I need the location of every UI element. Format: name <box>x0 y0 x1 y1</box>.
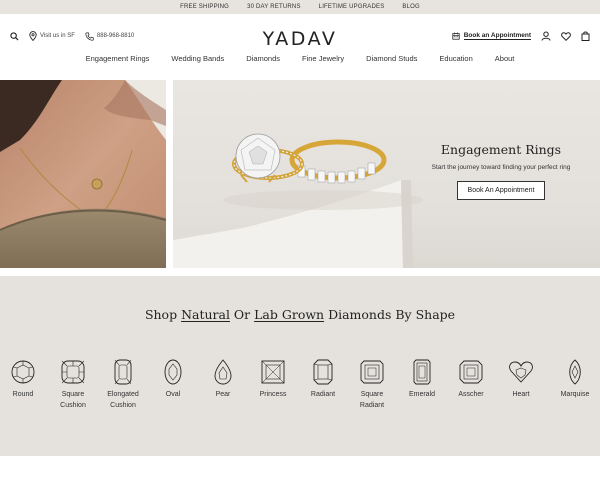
shape-label-square-radiant: Square Radiant <box>347 389 397 411</box>
shape-label-radiant: Radiant <box>310 391 336 398</box>
asscher-diamond-icon <box>459 360 483 384</box>
heart-diamond-icon <box>509 361 533 383</box>
shape-label-asscher: Asscher <box>458 391 484 398</box>
shape-princess[interactable]: Princess <box>248 359 298 400</box>
title-prefix: Shop <box>144 307 182 322</box>
title-mid: Or <box>229 307 255 322</box>
label-line-1: Square <box>61 391 85 398</box>
princess-diamond-icon <box>261 360 285 384</box>
topbar-blog[interactable]: BLOG <box>402 4 419 10</box>
topbar-returns[interactable]: 30 DAY RETURNS <box>247 4 301 10</box>
shape-pear[interactable]: Pear <box>198 359 248 400</box>
shape-heart[interactable]: Heart <box>496 359 546 400</box>
user-icon[interactable] <box>541 31 551 41</box>
hero-text-block: Engagement Rings Start the journey towar… <box>409 142 593 200</box>
book-appointment-label: Book an Appointment <box>463 32 531 40</box>
shape-label-pear: Pear <box>215 391 231 398</box>
elongated-cushion-diamond-icon <box>114 359 132 385</box>
hero-banner: Engagement Rings Start the journey towar… <box>0 80 600 268</box>
label-line-1: Elongated <box>107 391 139 398</box>
oval-diamond-icon <box>164 359 182 385</box>
label-line-2: Radiant <box>359 402 385 409</box>
topbar-upgrades[interactable]: LIFETIME UPGRADES <box>319 4 385 10</box>
shape-emerald[interactable]: Emerald <box>397 359 447 400</box>
shape-label-marquise: Marquise <box>560 391 590 398</box>
shape-square-radiant[interactable]: Square Radiant <box>347 359 397 411</box>
hero-book-appointment-button[interactable]: Book An Appointment <box>456 181 546 200</box>
lab-grown-link[interactable]: Lab Grown <box>254 307 324 322</box>
square-radiant-diamond-icon <box>360 360 384 384</box>
round-diamond-icon <box>11 360 35 384</box>
shape-label-emerald: Emerald <box>408 391 436 398</box>
label-line-1: Square <box>360 391 384 398</box>
pear-diamond-icon <box>214 359 232 385</box>
shape-round[interactable]: Round <box>0 359 48 400</box>
shape-square-cushion[interactable]: Square Cushion <box>48 359 98 411</box>
shape-label-round: Round <box>12 391 34 398</box>
shape-label-oval: Oval <box>165 391 181 398</box>
shape-label-elongated-cushion: Elongated Cushion <box>98 389 148 411</box>
ring-hero-image: Engagement Rings Start the journey towar… <box>173 80 600 268</box>
shop-by-shape-section: Shop Natural Or Lab Grown Diamonds By Sh… <box>0 276 600 456</box>
shape-oval[interactable]: Oval <box>148 359 198 400</box>
book-appointment-link[interactable]: Book an Appointment <box>452 32 531 40</box>
title-suffix: Diamonds By Shape <box>324 307 456 322</box>
shape-elongated-cushion[interactable]: Elongated Cushion <box>98 359 148 411</box>
radiant-diamond-icon <box>313 359 333 385</box>
label-line-2: Cushion <box>110 402 136 409</box>
topbar-free-shipping[interactable]: FREE SHIPPING <box>180 4 229 10</box>
shape-label-princess: Princess <box>259 391 287 398</box>
shape-radiant[interactable]: Radiant <box>298 359 348 400</box>
natural-link[interactable]: Natural <box>181 307 230 322</box>
shape-list: Round Square Cushion Elongated Cushion Ova… <box>0 359 600 429</box>
announcement-bar: FREE SHIPPING 30 DAY RETURNS LIFETIME UP… <box>0 0 600 14</box>
shape-asscher[interactable]: Asscher <box>446 359 496 400</box>
calendar-icon <box>452 32 460 40</box>
square-cushion-diamond-icon <box>61 360 85 384</box>
header-right: Book an Appointment <box>452 31 590 41</box>
label-line-2: Cushion <box>60 402 86 409</box>
emerald-diamond-icon <box>413 359 431 385</box>
hero-title: Engagement Rings <box>440 142 562 157</box>
shape-marquise[interactable]: Marquise <box>550 359 600 400</box>
shopping-bag-icon[interactable] <box>581 31 590 41</box>
shape-section-title: Shop Natural Or Lab Grown Diamonds By Sh… <box>0 307 600 322</box>
site-header: Visit us in SF 888-968-8810 YADAV Book a… <box>0 14 600 58</box>
shape-label-square-cushion: Square Cushion <box>48 389 98 411</box>
marquise-diamond-icon <box>569 359 581 385</box>
hero-subtitle: Start the journey toward finding your pe… <box>431 164 571 171</box>
necklace-model-image[interactable] <box>0 80 166 268</box>
shape-label-heart: Heart <box>512 391 530 398</box>
heart-icon[interactable] <box>561 31 571 41</box>
